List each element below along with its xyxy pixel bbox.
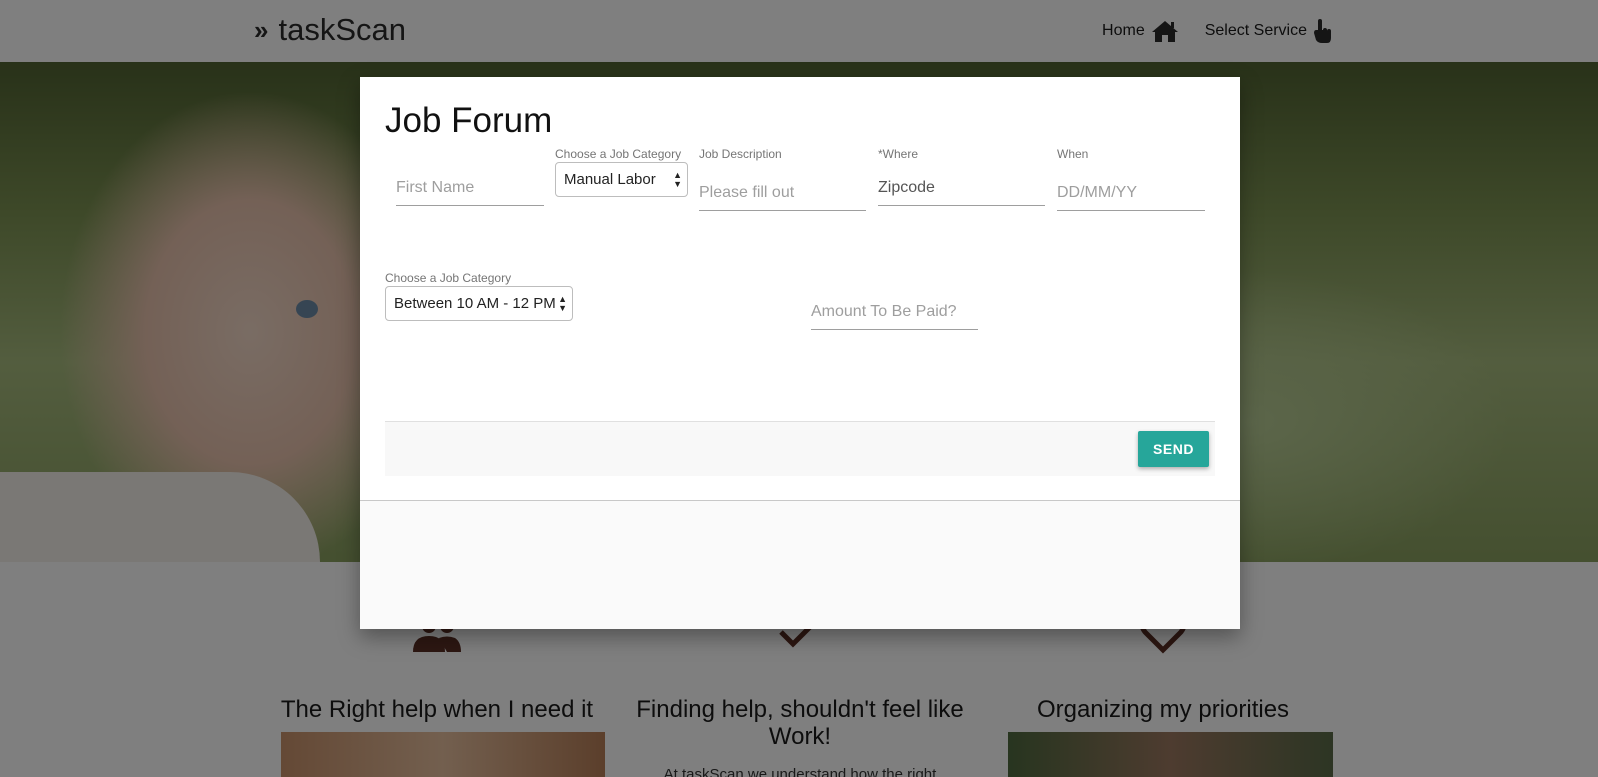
select-arrows-icon: ▲ ▼ — [558, 294, 567, 313]
when-label: When — [1057, 147, 1089, 161]
job-description-input[interactable] — [699, 175, 866, 211]
job-category-label: Choose a Job Category — [555, 147, 682, 161]
modal-footer: SEND — [385, 421, 1215, 476]
amount-input[interactable] — [811, 294, 978, 330]
job-category-select[interactable]: Manual Labor ▲ ▼ — [555, 162, 688, 197]
job-category-selected: Manual Labor — [564, 171, 656, 188]
modal-title: Job Forum — [385, 101, 553, 140]
send-button[interactable]: SEND — [1138, 431, 1209, 467]
time-category-select[interactable]: Between 10 AM - 12 PM ▲ ▼ — [385, 286, 573, 321]
where-label: *Where — [878, 147, 919, 161]
time-category-label: Choose a Job Category — [385, 271, 512, 285]
modal-content: Job Forum Choose a Job Category Manual L… — [360, 77, 1240, 501]
job-forum-modal: Job Forum Choose a Job Category Manual L… — [360, 77, 1240, 629]
time-category-selected: Between 10 AM - 12 PM — [394, 295, 556, 312]
select-arrows-icon: ▲ ▼ — [673, 170, 682, 189]
first-name-input[interactable] — [396, 170, 544, 206]
job-description-label: Job Description — [699, 147, 782, 161]
when-input[interactable] — [1057, 175, 1205, 211]
where-input[interactable] — [878, 170, 1045, 206]
